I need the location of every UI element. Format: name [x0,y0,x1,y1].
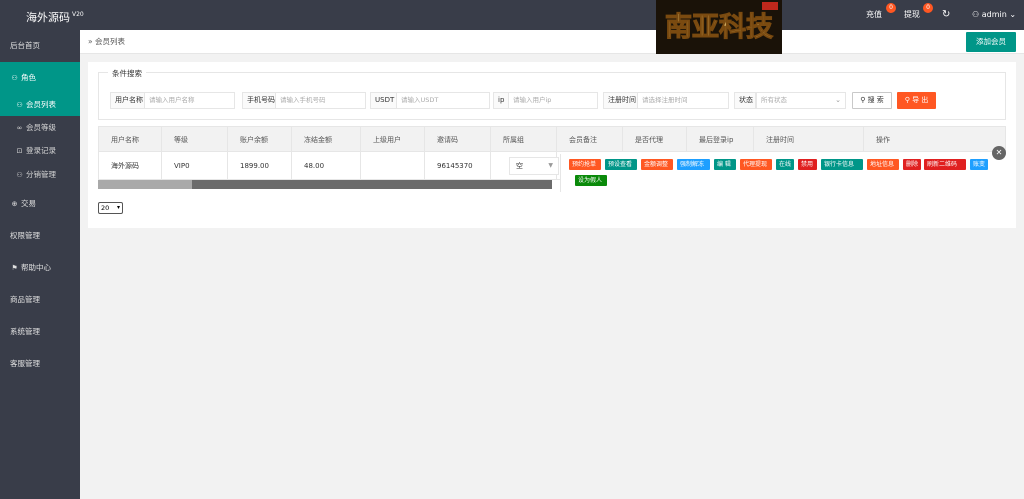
app-title: 海外源码 [26,11,70,24]
column-header: 注册时间 [754,127,864,153]
flag-icon: ⚑ [11,264,18,272]
sidebar-item-products[interactable]: 商品管理 [0,284,80,316]
cell-level: VIP0 [162,152,228,180]
column-header: 等级 [162,127,228,153]
lock-icon: ⊡ [16,147,23,155]
op-button[interactable]: 禁用 [798,159,817,170]
usdt-input[interactable]: 请输入USDT [396,92,490,109]
sidebar-item-distribution[interactable]: ⚇ 分销管理 [0,164,80,186]
op-button[interactable]: 在线 [776,159,795,170]
sidebar-item-system[interactable]: 系统管理 [0,316,80,348]
op-button[interactable]: 刷新二维码 [924,159,966,170]
usdt-label: USDT [370,92,397,109]
cell-frozen: 48.00 [292,152,361,180]
chevron-down-icon: ⌄ [835,96,841,104]
page-size-select[interactable]: 20 ▾ [98,202,123,214]
cart-icon: ⊕ [11,200,18,208]
sidebar-item-member-list[interactable]: ⚇ 会员列表 [0,94,80,116]
sidebar-item-home[interactable]: 后台首页 [0,30,80,62]
export-button[interactable]: ⚲ 导 出 [897,92,936,109]
username-input[interactable]: 请输入用户名称 [144,92,235,109]
cell-username: 海外源码 [99,152,162,180]
phone-label: 手机号码 [242,92,278,109]
user-icon: ⚇ [16,101,23,109]
chevron-down-icon: ▼ [548,162,553,169]
recharge-link[interactable]: 充值 [866,0,882,30]
withdraw-link[interactable]: 提现 [904,0,920,30]
search-legend: 条件搜索 [108,68,146,79]
user-group-icon: ⚇ [16,171,23,179]
column-header: 所属组 [491,127,557,153]
op-button[interactable]: 删除 [903,159,922,170]
op-button[interactable]: 金额调整 [641,159,673,170]
sidebar-item-login-records[interactable]: ⊡ 登录记录 [0,140,80,162]
export-icon: ⚲ [904,96,910,104]
sidebar-item-member-level[interactable]: ∞ 会员等级 [0,117,80,139]
link-icon: ∞ [16,124,23,132]
cell-invite-code: 96145370 [425,152,491,180]
op-button[interactable]: 预设查看 [605,159,637,170]
phone-input[interactable]: 请输入手机号码 [275,92,366,109]
column-header: 操作 [876,136,890,144]
user-icon: ⚇ [972,10,980,19]
status-label: 状态 [734,92,756,109]
cell-parent [361,152,425,180]
chevron-down-icon: ▾ [116,204,120,211]
sidebar-item-permissions[interactable]: 权限管理 [0,220,80,252]
breadcrumb-separator: » [88,37,93,46]
sidebar-item-help[interactable]: ⚑ 帮助中心 [0,252,80,284]
column-header: 用户名称 [99,127,162,153]
user-icon: ⚇ [11,74,18,82]
withdraw-badge: 0 [923,3,933,13]
sidebar-item-role[interactable]: ⚇ 角色 [0,62,80,94]
ip-label: ip [493,92,509,109]
cell-balance: 1899.00 [228,152,292,180]
search-icon: ⚲ [860,96,866,104]
horizontal-scrollbar[interactable] [98,180,552,189]
table-header: 用户名称 等级 账户余额 冻结金额 上级用户 邀请码 所属组 会员备注 是否代理… [98,126,1006,153]
ip-input[interactable]: 请输入用户ip [508,92,598,109]
op-button[interactable]: 编 辑 [714,159,736,170]
op-button[interactable]: 设为假人 [575,175,607,186]
recharge-badge: 0 [886,3,896,13]
operations-panel: 预约抢单 预设查看 金额调整 强制解冻编 辑代理提现 在线 禁用 银行卡信息 地址信息 删除 刷新… [560,154,1006,192]
username-label: 用户名称 [110,92,146,109]
column-header: 是否代理 [623,127,687,153]
svg-text:南亚科技: 南亚科技 [665,12,773,43]
add-member-button[interactable]: 添加会员 [966,32,1016,52]
app-version: V20 [72,11,84,18]
op-button[interactable]: 地址信息 [867,159,899,170]
column-header: 会员备注 [557,127,623,153]
app-logo[interactable]: 海外源码 V20 [0,0,84,30]
group-select[interactable]: 空 ▼ [509,157,559,175]
column-header: 冻结金额 [292,127,361,153]
register-time-label: 注册时间 [603,92,639,109]
op-button[interactable]: 代理提现 [740,159,772,170]
breadcrumb-current: 会员列表 [94,37,125,46]
brand-logo-image: 南亚科技 [656,0,782,54]
user-menu[interactable]: ⚇ admin ⌄ [972,0,1016,30]
column-header: 上级用户 [361,127,425,153]
refresh-icon[interactable]: ↻ [942,0,950,30]
username-label: admin [981,10,1007,19]
sidebar-item-trade[interactable]: ⊕ 交易 [0,188,80,220]
column-header: 最后登录ip [687,127,754,153]
search-button[interactable]: ⚲ 搜 索 [852,92,892,109]
scrollbar-thumb[interactable] [192,180,552,189]
breadcrumb: » 会员列表 [80,30,1024,54]
register-time-input[interactable]: 请选择注册时间 [637,92,729,109]
op-button[interactable]: 账变 [970,159,989,170]
status-select[interactable]: 所有状态 ⌄ [756,92,846,109]
column-header: 邀请码 [425,127,491,153]
op-button[interactable]: 银行卡信息 [821,159,863,170]
content-card: 条件搜索 用户名称 请输入用户名称 手机号码 请输入手机号码 USDT 请输入U… [88,62,1016,228]
op-button[interactable]: 预约抢单 [569,159,601,170]
close-icon[interactable]: ✕ [992,146,1006,160]
sidebar-item-customer-service[interactable]: 客服管理 [0,348,80,380]
chevron-down-icon: ⌄ [1009,10,1017,19]
op-button[interactable]: 强制解冻 [677,159,710,170]
column-header: 账户余额 [228,127,292,153]
